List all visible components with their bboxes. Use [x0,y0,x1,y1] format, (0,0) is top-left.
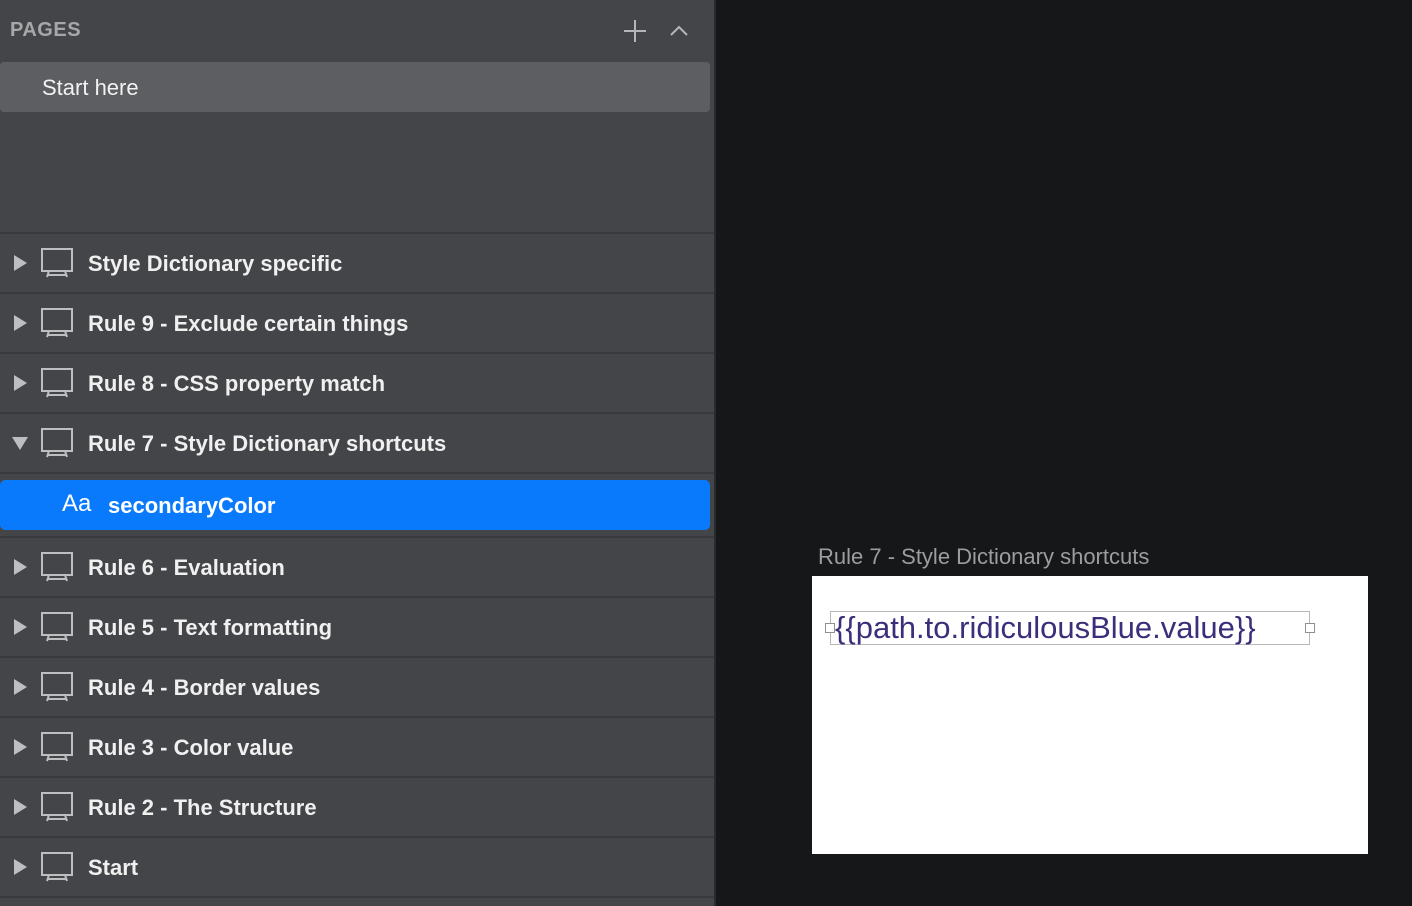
layer-label: Rule 4 - Border values [88,675,321,700]
artboard[interactable]: {{path.to.ridiculousBlue.value}} [812,576,1368,854]
disclosure-right-icon[interactable] [11,738,29,756]
disclosure-right-icon[interactable] [11,254,29,272]
layer-list: Style Dictionary specific Rule 9 - Exclu… [0,234,714,898]
pages-header: PAGES [0,0,714,62]
layer-label: Rule 3 - Color value [88,735,294,760]
layer-row-rule-2[interactable]: Rule 2 - The Structure [0,778,714,838]
layer-label: Rule 2 - The Structure [88,795,317,820]
layers-sidebar: PAGES Start here Style Dictionary specif… [0,0,716,906]
layer-row-rule-4[interactable]: Rule 4 - Border values [0,658,714,718]
artboard-icon [41,792,73,822]
disclosure-right-icon[interactable] [11,374,29,392]
artboard-icon [41,672,73,702]
page-item-label: Start here [42,75,139,100]
artboard-icon [41,248,73,278]
disclosure-right-icon[interactable] [11,314,29,332]
artboard-icon [41,852,73,882]
disclosure-right-icon[interactable] [11,678,29,696]
disclosure-down-icon[interactable] [11,434,29,452]
layer-label: Rule 5 - Text formatting [88,615,333,640]
artboard-icon [41,612,73,642]
layer-row-rule-5[interactable]: Rule 5 - Text formatting [0,598,714,658]
artboard-icon [41,552,73,582]
layer-child-row: Aa secondaryColor [0,474,714,538]
resize-handle-right[interactable] [1305,623,1315,633]
layer-child-secondary-color[interactable]: Aa secondaryColor [0,480,710,530]
resize-handle-left[interactable] [825,623,835,633]
artboard-icon [41,732,73,762]
disclosure-right-icon[interactable] [11,798,29,816]
artboard-title[interactable]: Rule 7 - Style Dictionary shortcuts [818,544,1149,570]
layer-row-rule-8[interactable]: Rule 8 - CSS property match [0,354,714,414]
layer-row-rule-3[interactable]: Rule 3 - Color value [0,718,714,778]
text-layer-value: {{path.to.ridiculousBlue.value}} [835,610,1256,645]
page-item-start-here[interactable]: Start here [0,62,710,112]
layer-label: Rule 8 - CSS property match [88,371,386,396]
disclosure-right-icon[interactable] [11,618,29,636]
layer-label: Style Dictionary specific [88,251,343,276]
pages-title: PAGES [10,19,82,41]
layer-label: Rule 7 - Style Dictionary shortcuts [88,431,447,456]
artboard-icon [41,368,73,398]
layer-label: Rule 9 - Exclude certain things [88,311,409,336]
canvas[interactable]: Rule 7 - Style Dictionary shortcuts {{pa… [716,0,1412,906]
artboard-icon [41,428,73,458]
disclosure-right-icon[interactable] [11,858,29,876]
layer-label: Rule 6 - Evaluation [88,555,285,580]
chevron-up-icon [670,25,688,36]
collapse-pages-button[interactable] [664,16,694,46]
layer-row-style-dictionary-specific[interactable]: Style Dictionary specific [0,234,714,294]
layer-label: Start [88,855,139,880]
plus-icon [624,20,646,42]
layer-child-label: secondaryColor [108,493,276,518]
add-page-button[interactable] [620,16,650,46]
selected-text-layer[interactable]: {{path.to.ridiculousBlue.value}} [825,610,1315,645]
layer-row-start[interactable]: Start [0,838,714,898]
layer-row-rule-6[interactable]: Rule 6 - Evaluation [0,538,714,598]
sketch-app: PAGES Start here Style Dictionary specif… [0,0,1412,906]
disclosure-right-icon[interactable] [11,558,29,576]
artboard-icon [41,308,73,338]
text-layer-icon: Aa [62,490,92,517]
layer-row-rule-9[interactable]: Rule 9 - Exclude certain things [0,294,714,354]
layer-row-rule-7[interactable]: Rule 7 - Style Dictionary shortcuts [0,414,714,474]
